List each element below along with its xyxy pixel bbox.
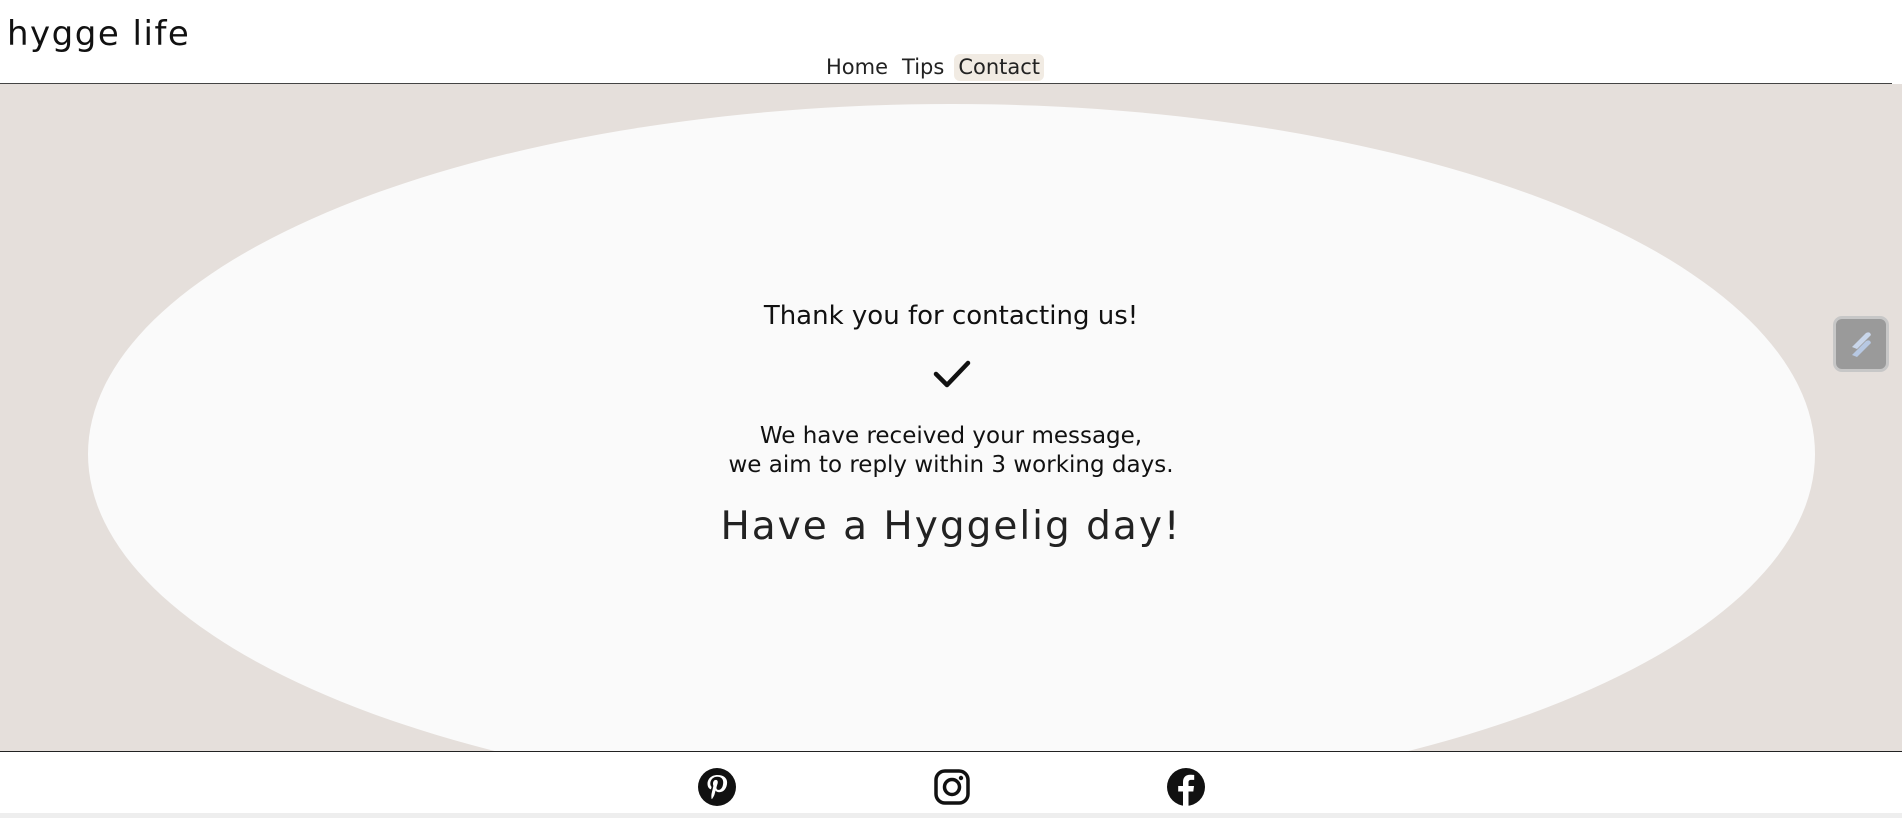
- main-section: Thank you for contacting us! We have rec…: [0, 84, 1902, 751]
- footer-bottom-strip: [0, 813, 1902, 818]
- nav-tips[interactable]: Tips: [898, 54, 948, 81]
- closing-message: Have a Hyggelig day!: [720, 504, 1182, 549]
- checkmark-icon: [933, 360, 971, 388]
- confirmation-line-2: we aim to reply within 3 working days.: [728, 452, 1174, 478]
- thank-you-heading: Thank you for contacting us!: [763, 301, 1139, 331]
- nav-contact[interactable]: Contact: [954, 54, 1045, 81]
- site-header: hygge life Home Tips Contact: [0, 0, 1892, 84]
- site-logo[interactable]: hygge life: [7, 14, 190, 54]
- nav-home[interactable]: Home: [822, 54, 892, 81]
- confirmation-line-1: We have received your message,: [759, 423, 1143, 449]
- pinterest-icon[interactable]: [697, 767, 737, 807]
- facebook-icon[interactable]: [1166, 767, 1206, 807]
- main-nav: Home Tips Contact: [822, 54, 1045, 81]
- confirmation-message: We have received your message, we aim to…: [0, 422, 1902, 480]
- extension-widget-button[interactable]: [1833, 316, 1889, 372]
- extension-icon: [1852, 332, 1871, 357]
- instagram-icon[interactable]: [932, 767, 972, 807]
- page: hygge life Home Tips Contact Thank you f…: [0, 0, 1902, 818]
